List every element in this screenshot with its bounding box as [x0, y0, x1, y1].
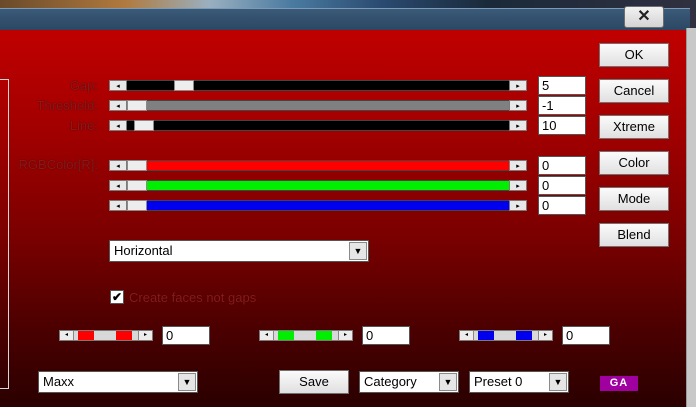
close-icon: ✕ — [637, 8, 651, 25]
left-arrow-icon[interactable]: ◂ — [109, 160, 127, 171]
title-bar — [0, 8, 690, 32]
left-arrow-icon[interactable]: ◂ — [460, 331, 474, 340]
category-select-value: Category — [364, 374, 417, 389]
right-arrow-icon[interactable]: ▸ — [509, 180, 527, 191]
slider-track[interactable] — [127, 180, 509, 191]
threshold-slider[interactable]: ◂ ▸ — [109, 100, 527, 111]
slider-thumb[interactable] — [127, 180, 147, 191]
left-arrow-icon[interactable]: ◂ — [109, 200, 127, 211]
mini-blue-value[interactable]: 0 — [562, 326, 610, 345]
threshold-value-input[interactable]: -1 — [538, 96, 586, 115]
right-arrow-icon[interactable]: ▸ — [538, 331, 552, 340]
blue-slider[interactable]: ◂ ▸ — [109, 200, 527, 211]
line-value-input[interactable]: 10 — [538, 116, 586, 135]
slider-track[interactable] — [127, 200, 509, 211]
slider-track[interactable] — [127, 80, 509, 91]
left-arrow-icon[interactable]: ◂ — [60, 331, 74, 340]
red-slider[interactable]: ◂ ▸ — [109, 160, 527, 171]
green-value-input[interactable]: 0 — [538, 176, 586, 195]
mini-red-value[interactable]: 0 — [162, 326, 210, 345]
xtreme-button[interactable]: Xtreme — [599, 115, 669, 139]
chevron-down-icon[interactable]: ▼ — [349, 242, 367, 260]
rgb-color-label: RGBColor[R]: — [18, 157, 98, 172]
ok-button[interactable]: OK — [599, 43, 669, 67]
line-slider[interactable]: ◂ ▸ — [109, 120, 527, 131]
right-arrow-icon[interactable]: ▸ — [138, 331, 152, 340]
preview-frame-edge — [0, 79, 9, 389]
slider-thumb[interactable] — [127, 160, 147, 171]
left-arrow-icon[interactable]: ◂ — [109, 80, 127, 91]
left-arrow-icon[interactable]: ◂ — [109, 100, 127, 111]
left-arrow-icon[interactable]: ◂ — [109, 180, 127, 191]
category-select[interactable]: Category ▼ — [359, 371, 459, 393]
line-label: Line: — [69, 118, 98, 133]
cancel-button[interactable]: Cancel — [599, 79, 669, 103]
orientation-select[interactable]: Horizontal ▼ — [109, 240, 369, 262]
blue-value-input[interactable]: 0 — [538, 196, 586, 215]
preset-select-value: Preset 0 — [474, 374, 523, 389]
right-arrow-icon[interactable]: ▸ — [509, 100, 527, 111]
mini-green-value[interactable]: 0 — [362, 326, 410, 345]
gap-label: Gap: — [69, 78, 98, 93]
right-arrow-icon[interactable]: ▸ — [509, 200, 527, 211]
threshold-label: Threshold: — [36, 98, 98, 113]
right-arrow-icon[interactable]: ▸ — [509, 160, 527, 171]
chevron-down-icon[interactable]: ▼ — [549, 373, 567, 391]
preset-select[interactable]: Preset 0 ▼ — [469, 371, 569, 393]
mini-red-slider[interactable]: ◂ ▸ — [59, 330, 153, 341]
chevron-down-icon[interactable]: ▼ — [439, 373, 457, 391]
mini-green-slider[interactable]: ◂ ▸ — [259, 330, 353, 341]
mode-button[interactable]: Mode — [599, 187, 669, 211]
close-button[interactable]: ✕ — [624, 6, 664, 28]
right-arrow-icon[interactable]: ▸ — [509, 80, 527, 91]
mini-thumb-a[interactable] — [478, 331, 494, 340]
mini-thumb-a[interactable] — [78, 331, 94, 340]
effect-select-value: Maxx — [43, 374, 75, 389]
color-button[interactable]: Color — [599, 151, 669, 175]
blend-button[interactable]: Blend — [599, 223, 669, 247]
orientation-select-value: Horizontal — [114, 243, 173, 258]
right-arrow-icon[interactable]: ▸ — [509, 120, 527, 131]
slider-thumb[interactable] — [174, 80, 194, 91]
green-slider[interactable]: ◂ ▸ — [109, 180, 527, 191]
slider-thumb[interactable] — [127, 100, 147, 111]
slider-thumb[interactable] — [134, 120, 154, 131]
chevron-down-icon[interactable]: ▼ — [178, 373, 196, 391]
save-button[interactable]: Save — [279, 370, 349, 394]
slider-track[interactable] — [127, 100, 509, 111]
plugin-logo: GA — [600, 376, 638, 391]
slider-thumb[interactable] — [127, 200, 147, 211]
left-arrow-icon[interactable]: ◂ — [260, 331, 274, 340]
create-faces-label: Create faces not gaps — [129, 290, 257, 305]
window-frame-right — [686, 28, 696, 407]
left-arrow-icon[interactable]: ◂ — [109, 120, 127, 131]
mini-thumb-b[interactable] — [316, 331, 332, 340]
slider-track[interactable] — [127, 120, 509, 131]
red-value-input[interactable]: 0 — [538, 156, 586, 175]
mini-thumb-b[interactable] — [116, 331, 132, 340]
slider-track[interactable] — [127, 160, 509, 171]
effect-select[interactable]: Maxx ▼ — [38, 371, 198, 393]
mini-blue-slider[interactable]: ◂ ▸ — [459, 330, 553, 341]
gap-slider[interactable]: ◂ ▸ — [109, 80, 527, 91]
create-faces-checkbox[interactable]: ✔ — [110, 290, 124, 304]
mini-thumb-b[interactable] — [516, 331, 532, 340]
gap-value-input[interactable]: 5 — [538, 76, 586, 95]
right-arrow-icon[interactable]: ▸ — [338, 331, 352, 340]
mini-thumb-a[interactable] — [278, 331, 294, 340]
